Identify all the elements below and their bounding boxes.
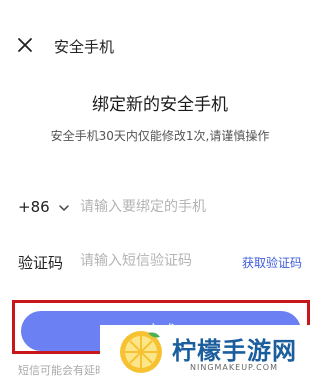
phone-input[interactable] (80, 196, 300, 218)
verification-code-input[interactable] (80, 250, 220, 272)
watermark-title: 柠檬手游网 (172, 337, 297, 365)
lemon-logo-icon (118, 329, 164, 375)
top-bar: 安全手机 (0, 28, 320, 64)
close-icon[interactable] (14, 34, 36, 56)
verification-row: 验证码 获取验证码 (0, 244, 320, 284)
section-subheading: 安全手机30天内仅能修改1次,请谨慎操作 (50, 129, 270, 143)
country-code-selector[interactable]: +86 (18, 198, 50, 216)
verification-code-label: 验证码 (18, 254, 64, 272)
watermark-subtitle: NINGMAKEUP.COM (190, 363, 278, 372)
phone-row: +86 (0, 190, 320, 230)
get-code-button[interactable]: 获取验证码 (242, 254, 302, 271)
chevron-down-icon[interactable] (58, 202, 70, 214)
page-title: 安全手机 (54, 38, 115, 56)
section-heading: 绑定新的安全手机 (92, 95, 228, 115)
watermark: 柠檬手游网 NINGMAKEUP.COM (100, 325, 320, 380)
